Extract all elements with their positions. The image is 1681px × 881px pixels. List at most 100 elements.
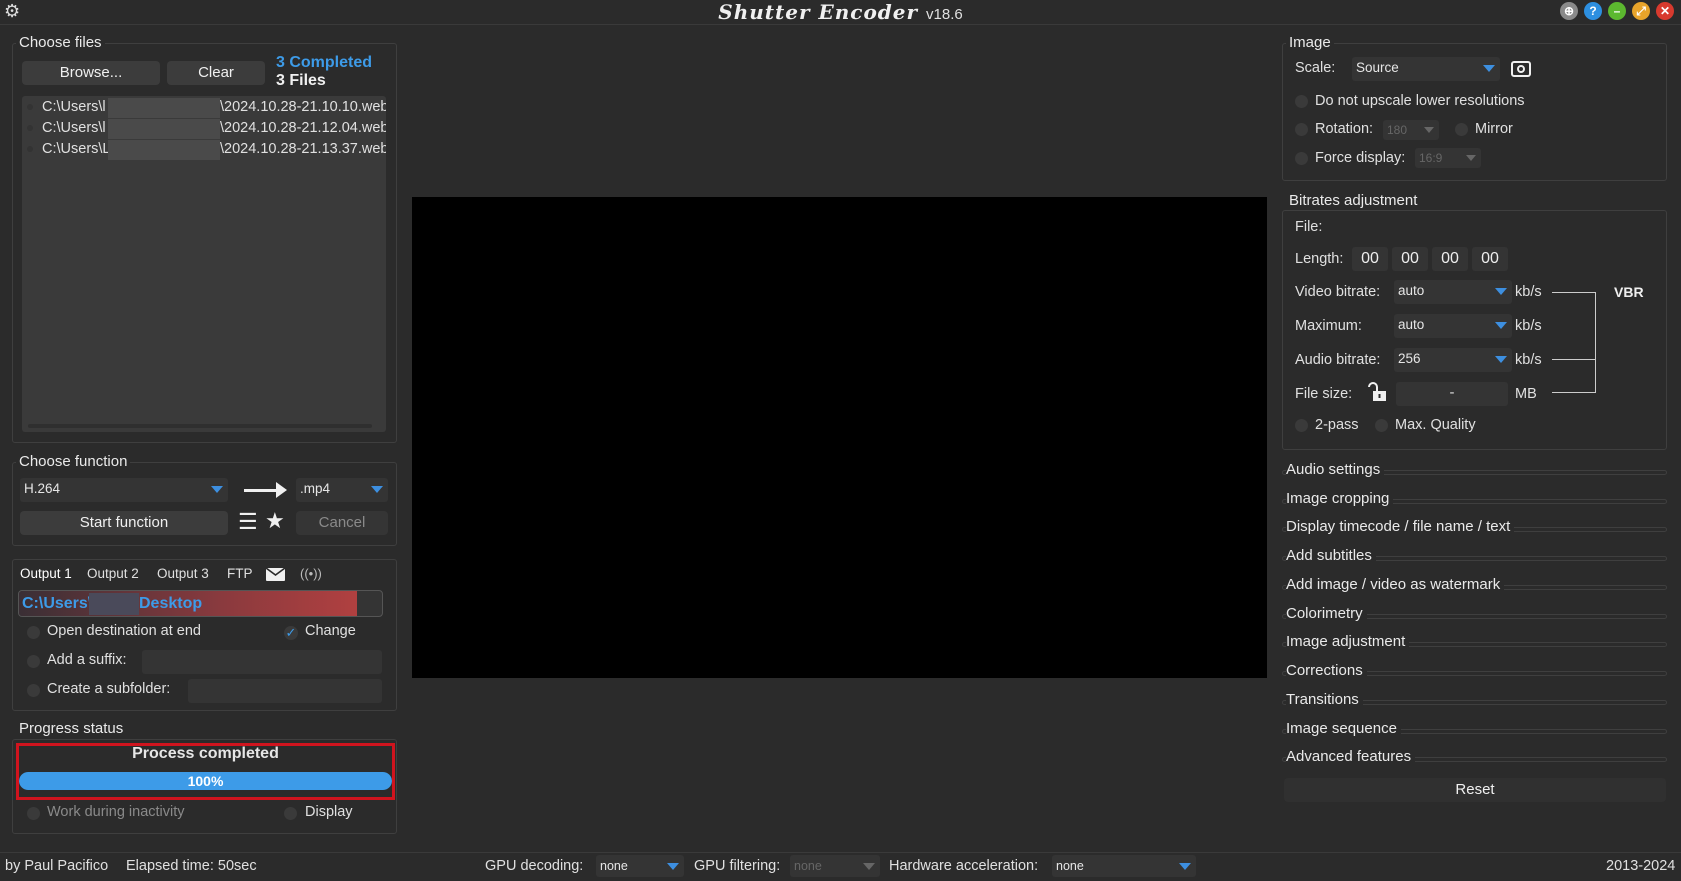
section-image-cropping[interactable]: Image cropping (1282, 490, 1667, 512)
reset-button[interactable]: Reset (1284, 778, 1666, 802)
maximum-select[interactable]: auto (1394, 314, 1512, 338)
progress-legend: Progress status (16, 720, 127, 737)
section-add-subtitles[interactable]: Add subtitles (1282, 547, 1667, 569)
scale-select[interactable]: Source (1352, 57, 1500, 81)
video-bitrate-label: Video bitrate: (1295, 284, 1381, 300)
function-select[interactable]: H.264 (20, 478, 228, 502)
file-list[interactable]: C:\Users\l \2024.10.28-21.10.10.web C:\U… (22, 96, 386, 432)
length-seconds[interactable]: 00 (1432, 247, 1468, 271)
output-path-suffix: Desktop (139, 595, 203, 612)
star-icon[interactable]: ★ (265, 510, 287, 532)
length-frames[interactable]: 00 (1472, 247, 1508, 271)
horizontal-scrollbar[interactable] (28, 424, 372, 428)
display-label: Display (305, 804, 353, 820)
output-path-prefix: C:\Users\ (22, 595, 93, 612)
section-title: Add subtitles (1286, 547, 1376, 564)
length-minutes[interactable]: 00 (1392, 247, 1428, 271)
subfolder-input[interactable] (188, 679, 382, 703)
extension-select[interactable]: .mp4 (296, 478, 388, 502)
list-item[interactable]: C:\Users\l \2024.10.28-21.10.10.web (22, 98, 386, 118)
list-item[interactable]: C:\Users\L \2024.10.28-21.13.37.web (22, 140, 386, 160)
section-colorimetry[interactable]: Colorimetry (1282, 605, 1667, 627)
hw-accel-label: Hardware acceleration: (889, 858, 1039, 874)
section-title: Display timecode / file name / text (1286, 518, 1515, 535)
minimize-icon[interactable]: – (1608, 2, 1626, 20)
cancel-button[interactable]: Cancel (296, 511, 388, 535)
browse-button[interactable]: Browse... (22, 61, 160, 85)
force-display-value: 16:9 (1419, 151, 1443, 165)
file-size-input[interactable]: - (1396, 382, 1508, 406)
file-label: File: (1295, 219, 1323, 235)
add-suffix-checkbox[interactable] (27, 655, 40, 668)
start-function-button[interactable]: Start function (20, 511, 228, 535)
arrow-head (276, 482, 287, 498)
choose-function-legend: Choose function (16, 453, 131, 470)
maximum-value: auto (1398, 317, 1425, 332)
chevron-down-icon (1495, 322, 1507, 329)
section-title: Add image / video as watermark (1286, 576, 1505, 593)
no-upscale-checkbox[interactable] (1295, 95, 1308, 108)
max-quality-checkbox[interactable] (1375, 419, 1388, 432)
chevron-down-icon (1466, 155, 1476, 161)
tab-output-3[interactable]: Output 3 (157, 566, 209, 581)
display-checkbox[interactable] (284, 807, 297, 820)
redacted-block (108, 140, 220, 160)
rotation-checkbox[interactable] (1295, 123, 1308, 136)
screenshot-icon[interactable] (1511, 61, 1531, 77)
mail-icon[interactable] (266, 568, 285, 581)
two-pass-checkbox[interactable] (1295, 419, 1308, 432)
web-icon[interactable]: ⊕ (1560, 2, 1578, 20)
copyright-years: 2013-2024 (1606, 858, 1676, 874)
gpu-filtering-select[interactable]: none (790, 855, 880, 877)
force-display-checkbox[interactable] (1295, 152, 1308, 165)
app-title: Shutter Encoder v18.6 (0, 0, 1681, 27)
section-add-image-video-as-watermark[interactable]: Add image / video as watermark (1282, 576, 1667, 598)
section-transitions[interactable]: Transitions (1282, 691, 1667, 713)
hw-accel-select[interactable]: none (1052, 855, 1196, 877)
tab-output-1[interactable]: Output 1 (20, 566, 72, 581)
vbr-label[interactable]: VBR (1614, 284, 1644, 300)
subfolder-checkbox[interactable] (27, 684, 40, 697)
maximize-icon[interactable]: ⤢ (1632, 2, 1650, 20)
rotation-select[interactable]: 180 (1383, 120, 1439, 140)
menu-icon[interactable]: ☰ (238, 511, 258, 533)
redacted-block (108, 98, 220, 118)
gpu-filtering-label: GPU filtering: (694, 858, 781, 874)
file-path-prefix: C:\Users\L (42, 141, 111, 157)
gpu-decoding-select[interactable]: none (596, 855, 684, 877)
section-title: Colorimetry (1286, 605, 1367, 622)
unlock-icon[interactable] (1368, 382, 1388, 402)
close-icon[interactable]: ✕ (1656, 2, 1674, 20)
chevron-down-icon (1179, 863, 1191, 870)
section-title: Image sequence (1286, 720, 1401, 737)
clear-button[interactable]: Clear (167, 61, 265, 85)
section-audio-settings[interactable]: Audio settings (1282, 461, 1667, 483)
file-size-unit: MB (1515, 386, 1537, 402)
stream-icon[interactable]: ((•)) (300, 566, 322, 581)
section-corrections[interactable]: Corrections (1282, 662, 1667, 684)
mirror-checkbox[interactable] (1455, 123, 1468, 136)
open-destination-checkbox[interactable] (27, 626, 40, 639)
section-image-sequence[interactable]: Image sequence (1282, 720, 1667, 742)
file-size-value: - (1449, 384, 1455, 401)
tab-output-2[interactable]: Output 2 (87, 566, 139, 581)
chevron-down-icon (863, 863, 875, 870)
file-path-suffix: \2024.10.28-21.13.37.web (220, 141, 386, 157)
output-path-field[interactable]: C:\Users\ Desktop (18, 590, 383, 617)
help-icon[interactable]: ? (1584, 2, 1602, 20)
list-item[interactable]: C:\Users\l \2024.10.28-21.12.04.web (22, 119, 386, 139)
length-hours[interactable]: 00 (1352, 247, 1388, 271)
suffix-input[interactable] (142, 650, 382, 674)
video-preview[interactable] (412, 197, 1267, 678)
work-inactivity-checkbox[interactable] (27, 807, 40, 820)
audio-bitrate-label: Audio bitrate: (1295, 352, 1381, 368)
file-path-suffix: \2024.10.28-21.12.04.web (220, 120, 386, 136)
section-advanced-features[interactable]: Advanced features (1282, 748, 1667, 770)
section-image-adjustment[interactable]: Image adjustment (1282, 633, 1667, 655)
audio-bitrate-select[interactable]: 256 (1394, 348, 1512, 372)
change-checkbox[interactable]: ✓ (284, 626, 298, 640)
tab-ftp[interactable]: FTP (227, 566, 253, 581)
video-bitrate-select[interactable]: auto (1394, 280, 1512, 304)
force-display-select[interactable]: 16:9 (1415, 148, 1481, 168)
section-display-timecode-file-name-text[interactable]: Display timecode / file name / text (1282, 518, 1667, 540)
